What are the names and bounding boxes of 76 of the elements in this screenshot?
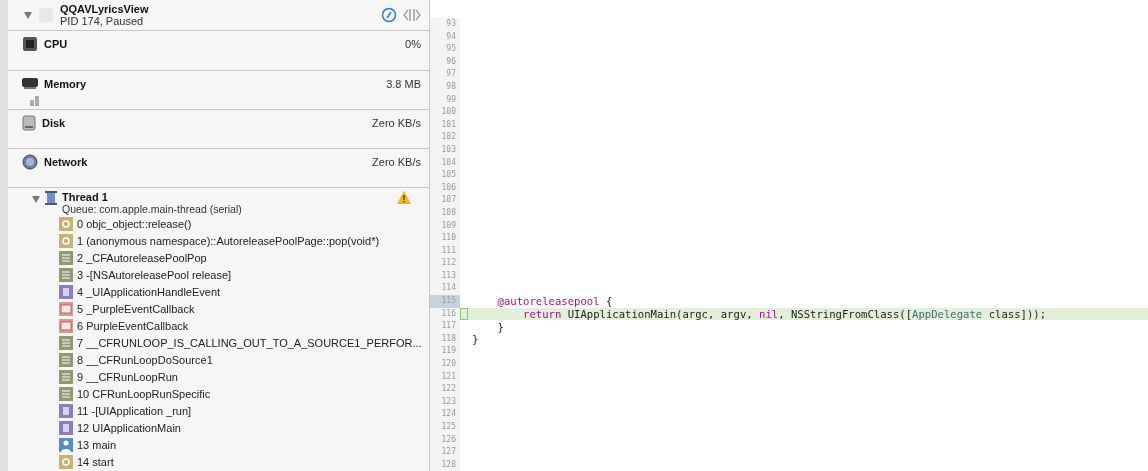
gauge-value: 0%	[405, 38, 421, 51]
stack-frame[interactable]: 8 __CFRunLoopDoSource1	[77, 354, 213, 367]
window-icon	[59, 318, 73, 333]
gauge-row[interactable]: Network Zero KB/s	[8, 148, 429, 188]
line-number: 97	[430, 68, 460, 81]
stack-frame[interactable]: 14 start	[77, 456, 114, 469]
line-number: 93	[430, 18, 460, 31]
app-icon	[59, 404, 73, 419]
gauge-label: Disk	[42, 116, 66, 129]
list-icon	[59, 267, 73, 282]
stack-frame[interactable]: 7 __CFRUNLOOP_IS_CALLING_OUT_TO_A_SOURCE1_PERFOR...	[77, 337, 422, 349]
thread-name: Thread 1	[62, 191, 109, 203]
list-icon	[59, 336, 73, 350]
stack-frame[interactable]: 3 -[NSAutoreleasePool release]	[77, 268, 232, 281]
line-number: 122	[430, 383, 460, 396]
list-icon	[59, 353, 73, 368]
list-icon	[59, 387, 73, 402]
stack-frame[interactable]: 1 (anonymous namespace)::AutoreleasePoolPage::pop(void*)	[77, 234, 380, 247]
code-line: }	[472, 333, 479, 346]
split-icon[interactable]	[403, 8, 421, 23]
code-line: @autoreleasepool {	[496, 295, 613, 308]
line-number: 100	[430, 106, 460, 119]
line-number: 114	[430, 282, 460, 296]
bar-graph-icon	[30, 95, 40, 106]
gauge-label: Memory	[44, 77, 87, 90]
app-icon	[59, 284, 73, 299]
globe-icon	[22, 153, 38, 170]
chip-icon	[22, 36, 38, 53]
code-line: return UIApplicationMain(argc, argv, nil, NSStringFromClass([AppDelegate class]));	[522, 307, 1047, 320]
stack-frame[interactable]: 11 -[UIApplication _run]	[77, 405, 192, 418]
gear-icon	[59, 216, 73, 231]
gauge-value: 3.8 MB	[386, 77, 421, 90]
stack-frame[interactable]: 13 main	[77, 439, 117, 452]
stack-frame[interactable]: 0 objc_object::release()	[77, 217, 192, 230]
code-line: }	[496, 320, 504, 333]
app-icon	[59, 421, 73, 436]
line-number: 124	[430, 408, 460, 421]
line-number: 102	[430, 131, 460, 144]
process-status: PID 174, Paused	[60, 15, 145, 28]
line-number: 119	[430, 345, 460, 359]
memory-icon	[22, 75, 38, 90]
gauge-row[interactable]: Disk Zero KB/s	[8, 109, 429, 149]
process-name: QQAVLyricsView	[60, 3, 150, 16]
line-number: 127	[430, 446, 460, 459]
gauge-label: Network	[44, 155, 88, 168]
disclosure-triangle[interactable]	[24, 11, 32, 19]
spool-icon	[45, 191, 57, 205]
gauge-label: CPU	[44, 38, 68, 51]
list-icon	[59, 250, 73, 265]
gauge-icon[interactable]	[381, 7, 397, 24]
line-number: 105	[430, 169, 460, 182]
stack-frame[interactable]: 9 __CFRunLoopRun	[77, 371, 178, 384]
gauge-value: Zero KB/s	[372, 116, 421, 129]
line-number: 125	[430, 421, 460, 434]
stack-frame[interactable]: 12 UIApplicationMain	[77, 422, 181, 435]
stack-frame[interactable]: 10 CFRunLoopRunSpecific	[77, 388, 211, 401]
line-number: 115	[430, 295, 460, 308]
window-icon	[59, 301, 73, 316]
line-number: 107	[430, 194, 460, 207]
stack-frame[interactable]: 5 _PurpleEventCallback	[77, 302, 195, 315]
stack-frame[interactable]: 2 _CFAutoreleasePoolPop	[77, 251, 207, 264]
list-icon	[59, 370, 73, 385]
process-header[interactable]: QQAVLyricsView PID 174, Paused	[8, 0, 429, 32]
line-number: 117	[430, 320, 460, 333]
line-number: 120	[430, 358, 460, 371]
line-number: 112	[430, 257, 460, 270]
person-icon	[59, 438, 73, 453]
stack-frame[interactable]: 4 _UIApplicationHandleEvent	[77, 285, 221, 298]
gauge-value: Zero KB/s	[372, 155, 421, 168]
line-number: 95	[430, 43, 460, 56]
gauge-row[interactable]: CPU 0%	[8, 31, 429, 71]
thread-queue: Queue: com.apple.main-thread (serial)	[62, 203, 243, 215]
gauge-row[interactable]: Memory 3.8 MB	[8, 70, 429, 110]
gear-icon	[59, 233, 73, 248]
line-number: 110	[430, 232, 460, 245]
stack-frame[interactable]: 6 PurpleEventCallback	[77, 319, 189, 332]
